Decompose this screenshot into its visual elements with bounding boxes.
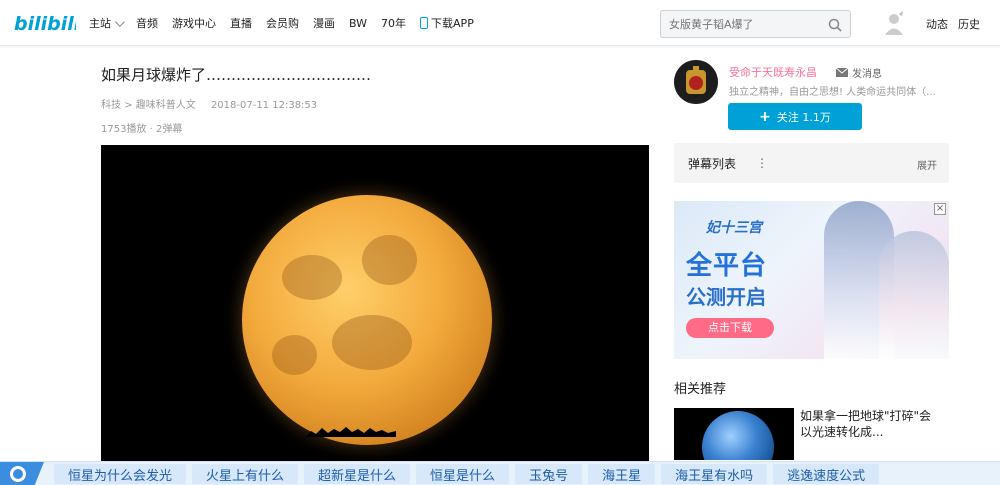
moon-image	[242, 195, 492, 445]
chevron-down-icon	[114, 16, 125, 27]
nav-main-site[interactable]: 主站	[89, 15, 125, 31]
header-history-link[interactable]: 历史	[958, 16, 980, 32]
follow-button[interactable]: + 关注 1.1万	[728, 103, 862, 130]
send-message-label: 发消息	[852, 69, 882, 80]
video-stats: 1753播放 · 2弹幕	[101, 124, 183, 135]
search-input[interactable]	[661, 17, 821, 31]
moon-mare	[272, 335, 317, 375]
header-dynamic-link[interactable]: 动态	[926, 16, 948, 32]
keyword-chip[interactable]: 逃逸速度公式	[773, 464, 880, 484]
advertisement-banner[interactable]: 妃十三宫 全平台 公测开启 点击下载 ×	[674, 201, 949, 359]
danmaku-expand-button[interactable]: 展开	[917, 157, 937, 172]
keyword-chip[interactable]: 恒星是什么	[416, 464, 510, 484]
search-box	[660, 10, 851, 38]
user-avatar-icon[interactable]	[881, 10, 907, 36]
nav-label: 下载APP	[431, 17, 474, 30]
keyword-list: 恒星为什么会发光 火星上有什么 超新星是什么 恒星是什么 玉兔号 海王星 海王星…	[54, 462, 885, 485]
search-icon[interactable]	[828, 18, 842, 32]
follow-label: 关注 1.1万	[776, 110, 831, 124]
danmaku-list-panel: 弹幕列表 ⋮ 展开	[674, 143, 949, 183]
moon-mare	[362, 235, 417, 285]
uploader-avatar[interactable]	[674, 60, 718, 104]
top-header: bilibili 主站 音频 游戏中心 直播 会员购 漫画 BW 70年 下载A…	[0, 0, 1000, 46]
earth-image	[702, 411, 774, 460]
bottom-search-bar: 恒星为什么会发光 火星上有什么 超新星是什么 恒星是什么 玉兔号 海王星 海王星…	[0, 461, 1000, 485]
nav-label: 主站	[89, 17, 111, 30]
bilibili-logo-icon: bilibili	[14, 13, 76, 34]
nav-70-years[interactable]: 70年	[381, 15, 406, 31]
related-thumbnail[interactable]	[674, 408, 794, 460]
uploader-name[interactable]: 受命于天既寿永昌	[729, 64, 817, 80]
nav-label: 70年	[381, 17, 407, 30]
more-options-icon[interactable]: ⋮	[756, 156, 768, 170]
video-title: 如果月球爆炸了……………………………	[101, 66, 372, 84]
moon-mare	[282, 255, 342, 300]
ad-brand: 妃十三宫	[706, 220, 762, 236]
nav-label: 直播	[230, 17, 252, 30]
nav-bw[interactable]: BW	[349, 17, 367, 30]
nav-audio[interactable]: 音频	[136, 15, 158, 31]
phone-icon	[420, 17, 429, 29]
nav-comic[interactable]: 漫画	[313, 15, 335, 31]
video-player[interactable]	[101, 145, 649, 461]
keyword-chip[interactable]: 海王星有水吗	[661, 464, 768, 484]
send-message-link[interactable]: 发消息	[836, 65, 882, 80]
keyword-chip[interactable]: 海王星	[588, 464, 656, 484]
nav-download-app[interactable]: 下载APP	[420, 15, 474, 31]
nav-member-shop[interactable]: 会员购	[266, 15, 299, 31]
ad-subheadline: 公测开启	[686, 285, 766, 309]
keyword-chip[interactable]: 恒星为什么会发光	[54, 464, 187, 484]
ad-headline: 全平台	[686, 251, 768, 281]
nav-label: 会员购	[266, 17, 299, 30]
baidu-logo-icon[interactable]	[0, 462, 44, 485]
envelope-icon	[836, 68, 848, 77]
ad-close-icon[interactable]: ×	[934, 203, 946, 215]
main-nav: 主站 音频 游戏中心 直播 会员购 漫画 BW 70年 下载APP	[89, 0, 488, 46]
keyword-chip[interactable]: 火星上有什么	[192, 464, 299, 484]
publish-date: 2018-07-11 12:38:53	[210, 100, 318, 111]
bilibili-logo[interactable]: bilibili	[14, 8, 76, 38]
ad-download-button[interactable]: 点击下载	[686, 318, 774, 338]
danmaku-list-label: 弹幕列表	[688, 157, 737, 171]
svg-text:bilibili: bilibili	[14, 13, 76, 34]
keyword-chip[interactable]: 玉兔号	[515, 464, 583, 484]
breadcrumb-separator: >	[124, 100, 136, 111]
nav-live[interactable]: 直播	[230, 15, 252, 31]
plus-icon: +	[759, 108, 771, 125]
uploader-description: 独立之精神，自由之思想! 人类命运共同体（...	[729, 87, 936, 98]
ad-character-image	[879, 231, 949, 359]
related-video-title[interactable]: 如果拿一把地球"打碎"会 以光速转化成...	[800, 408, 950, 440]
nav-label: BW	[349, 16, 368, 30]
tree-silhouette-icon	[306, 427, 396, 437]
nav-label: 音频	[136, 17, 158, 30]
keyword-chip[interactable]: 超新星是什么	[304, 464, 411, 484]
seal-avatar-icon	[674, 60, 718, 104]
nav-label: 漫画	[313, 17, 335, 30]
moon-mare	[332, 315, 412, 370]
subcategory-link[interactable]: 趣味科普人文	[136, 100, 196, 111]
video-meta: 科技 > 趣味科普人文 2018-07-11 12:38:53	[101, 96, 317, 111]
related-title: 相关推荐	[674, 382, 727, 397]
nav-game-center[interactable]: 游戏中心	[172, 15, 216, 31]
category-link[interactable]: 科技	[101, 100, 121, 111]
nav-label: 游戏中心	[172, 17, 216, 30]
